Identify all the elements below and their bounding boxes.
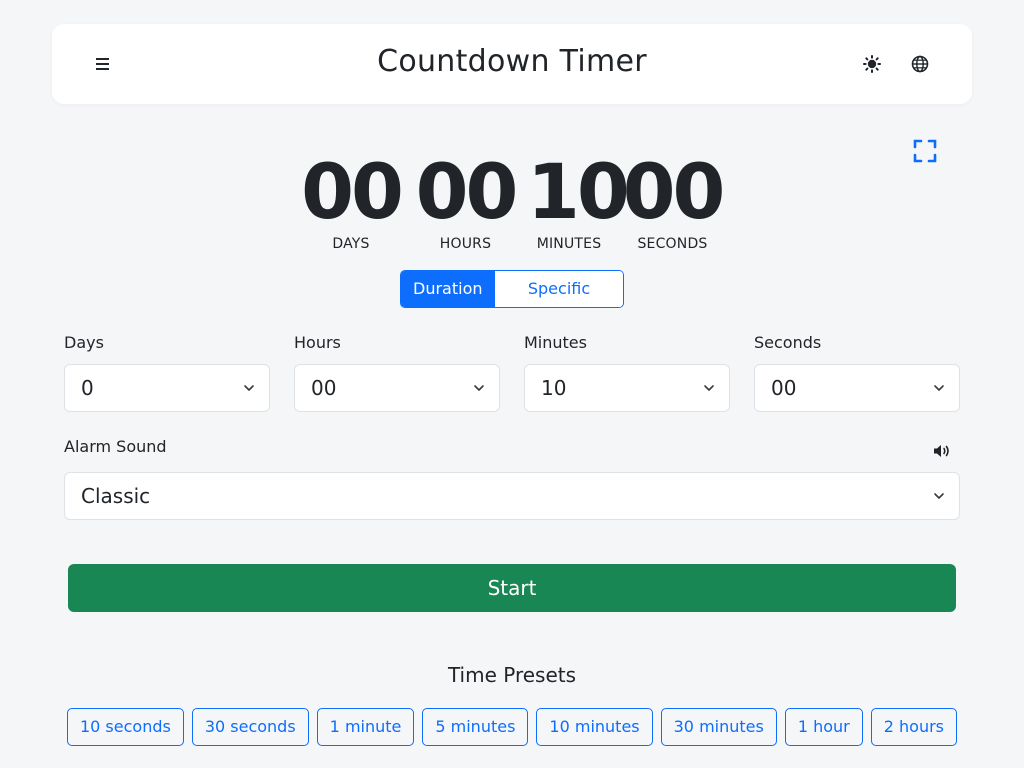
duration-mode-button[interactable]: Duration xyxy=(401,271,494,307)
chevron-down-icon xyxy=(244,385,254,391)
preset-1-hour-button[interactable]: 1 hour xyxy=(784,708,863,746)
countdown-seconds-value: 00 xyxy=(622,147,726,236)
minutes-select[interactable]: 10 xyxy=(524,364,730,412)
days-select-value: 0 xyxy=(81,376,94,400)
seconds-select[interactable]: 00 xyxy=(754,364,960,412)
sun-icon[interactable] xyxy=(863,55,881,73)
countdown-minutes-value: 10 xyxy=(527,147,630,236)
countdown-seconds: 00 SECONDS xyxy=(622,147,726,253)
countdown-minutes: 10 MINUTES xyxy=(527,147,630,253)
globe-icon[interactable] xyxy=(911,55,929,73)
time-presets-list: 10 seconds 30 seconds 1 minute 5 minutes… xyxy=(0,708,1024,746)
countdown-seconds-label: SECONDS xyxy=(637,236,708,252)
speaker-volume-icon[interactable] xyxy=(932,442,952,460)
hours-select[interactable]: 00 xyxy=(294,364,500,412)
preset-10-minutes-button[interactable]: 10 minutes xyxy=(536,708,653,746)
alarm-sound-select[interactable]: Classic xyxy=(64,472,960,520)
chevron-down-icon xyxy=(934,493,944,499)
time-presets-title: Time Presets xyxy=(447,663,577,687)
chevron-down-icon xyxy=(934,385,944,391)
alarm-sound-label: Alarm Sound xyxy=(64,437,167,456)
chevron-down-icon xyxy=(474,385,484,391)
seconds-field-label: Seconds xyxy=(754,333,822,352)
page-title: Countdown Timer xyxy=(377,44,647,79)
preset-30-seconds-button[interactable]: 30 seconds xyxy=(191,708,309,746)
countdown-hours: 00 HOURS xyxy=(415,147,519,253)
mode-toggle: Duration Specific Date xyxy=(400,270,624,308)
minutes-select-value: 10 xyxy=(541,376,567,400)
countdown-days: 00 DAYS xyxy=(301,147,404,253)
days-select[interactable]: 0 xyxy=(64,364,270,412)
preset-10-seconds-button[interactable]: 10 seconds xyxy=(66,708,184,746)
countdown-minutes-label: MINUTES xyxy=(536,236,602,252)
days-field-label: Days xyxy=(64,333,104,352)
preset-2-hours-button[interactable]: 2 hours xyxy=(870,708,958,746)
countdown-hours-label: HOURS xyxy=(439,236,492,252)
countdown-display: 00 DAYS 00 HOURS 10 MINUTES 00 SECONDS xyxy=(0,148,1024,258)
preset-5-minutes-button[interactable]: 5 minutes xyxy=(422,708,529,746)
app-header: Countdown Timer xyxy=(52,24,972,104)
minutes-field-label: Minutes xyxy=(524,333,587,352)
countdown-days-value: 00 xyxy=(301,147,404,236)
preset-1-minute-button[interactable]: 1 minute xyxy=(316,708,415,746)
seconds-select-value: 00 xyxy=(771,376,797,400)
hours-select-value: 00 xyxy=(311,376,337,400)
countdown-hours-value: 00 xyxy=(415,147,519,236)
start-button[interactable]: Start xyxy=(68,564,956,612)
preset-30-minutes-button[interactable]: 30 minutes xyxy=(660,708,777,746)
countdown-days-label: DAYS xyxy=(332,236,370,252)
hours-field-label: Hours xyxy=(294,333,341,352)
alarm-sound-value: Classic xyxy=(81,484,151,508)
specific-date-mode-button[interactable]: Specific Date xyxy=(494,271,623,307)
chevron-down-icon xyxy=(704,385,714,391)
